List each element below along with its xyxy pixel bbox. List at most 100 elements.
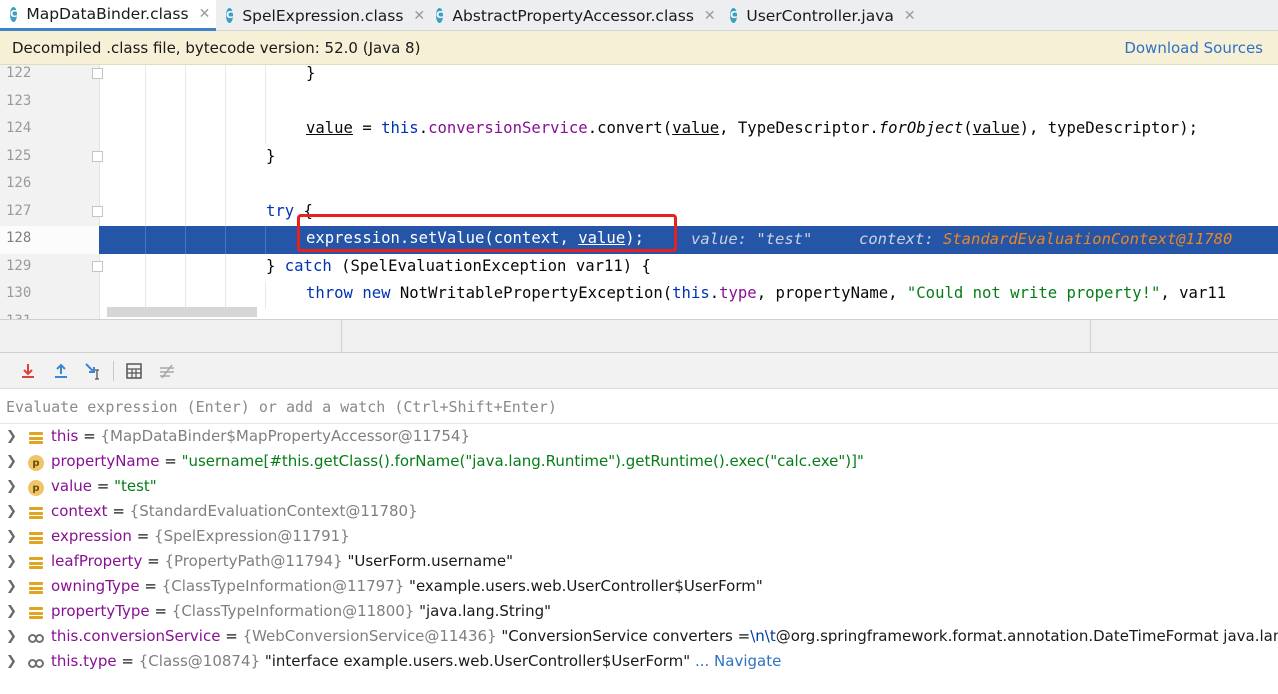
indent-guide (265, 226, 266, 254)
variable-row[interactable]: ❯ this = {MapDataBinder$MapPropertyAcces… (0, 425, 1278, 450)
variable-text: propertyName = "username[#this.getClass(… (51, 452, 864, 470)
variable-text: this = {MapDataBinder$MapPropertyAccesso… (51, 427, 471, 445)
indent-guide (225, 171, 226, 199)
current-execution-line: expression.setValue(context, value); val… (99, 226, 1278, 254)
expand-arrow-icon[interactable]: ❯ (6, 629, 17, 644)
fold-marker[interactable] (92, 68, 103, 79)
variable-row[interactable]: ❯ leafProperty = {PropertyPath@11794} "U… (0, 550, 1278, 575)
field-icon (28, 580, 44, 596)
indent-guide (225, 143, 226, 171)
tab-label: MapDataBinder.class (26, 5, 189, 23)
indent-guide (185, 198, 186, 226)
expand-arrow-icon[interactable]: ❯ (6, 579, 17, 594)
indent-guide (185, 253, 186, 281)
evaluate-expression-icon[interactable] (123, 360, 145, 382)
field-icon (28, 530, 44, 546)
debug-panel-header (0, 319, 1278, 354)
expand-arrow-icon[interactable]: ❯ (6, 529, 17, 544)
expand-arrow-icon[interactable]: ❯ (6, 504, 17, 519)
indent-guide (145, 116, 146, 144)
variable-text: owningType = {ClassTypeInformation@11797… (51, 577, 763, 595)
highlight-box (297, 214, 677, 252)
panel-divider[interactable] (1090, 320, 1091, 354)
indent-guide (225, 226, 226, 254)
evaluate-expression-bar (0, 390, 1278, 424)
variable-text: context = {StandardEvaluationContext@117… (51, 502, 418, 520)
class-icon: C (226, 8, 234, 23)
variable-row[interactable]: ❯ context = {StandardEvaluationContext@1… (0, 500, 1278, 525)
indent-guide (145, 253, 146, 281)
indent-guide (225, 281, 226, 309)
fold-marker[interactable] (92, 150, 103, 162)
indent-guide (225, 88, 226, 116)
download-sources-link[interactable]: Download Sources (1124, 39, 1263, 57)
run-to-cursor-icon[interactable] (83, 360, 105, 382)
watch-icon (28, 630, 44, 646)
variable-row[interactable]: ❯ this.type = {Class@10874} "interface e… (0, 650, 1278, 675)
code-editor[interactable]: 122 } 123 124 value = this.conversionSer… (0, 65, 1278, 319)
tab-usercontroller[interactable]: C UserController.java ✕ (720, 0, 924, 31)
variable-row[interactable]: ❯ p value = "test" (0, 475, 1278, 500)
class-icon: C (730, 8, 738, 23)
close-icon[interactable]: ✕ (199, 6, 211, 22)
line-number: 123 (6, 92, 32, 109)
field-icon (28, 605, 44, 621)
navigate-link[interactable]: ... Navigate (690, 652, 781, 670)
evaluate-expression-input[interactable] (0, 390, 1278, 423)
step-out-icon[interactable] (50, 360, 72, 382)
horizontal-scrollbar[interactable] (107, 307, 257, 317)
indent-guide (145, 65, 146, 89)
tab-spelexpression[interactable]: C SpelExpression.class ✕ (216, 0, 426, 31)
indent-guide (265, 88, 266, 116)
line-number: 128 (6, 230, 32, 246)
code-text: } catch (SpelEvaluationException var11) … (266, 256, 651, 275)
variable-text: propertyType = {ClassTypeInformation@118… (51, 602, 552, 620)
code-line: 123 (0, 88, 1278, 116)
tab-label: AbstractPropertyAccessor.class (452, 6, 694, 25)
code-line: 129 } catch (SpelEvaluationException var… (0, 253, 1278, 281)
indent-guide (185, 65, 186, 89)
expand-arrow-icon[interactable]: ❯ (6, 604, 17, 619)
variable-row[interactable]: ❯ propertyType = {ClassTypeInformation@1… (0, 600, 1278, 625)
line-number: 127 (6, 202, 32, 219)
expand-arrow-icon[interactable]: ❯ (6, 454, 17, 469)
expand-arrow-icon[interactable]: ❯ (6, 554, 17, 569)
variable-text: this.conversionService = {WebConversionS… (51, 627, 1278, 645)
fold-marker[interactable] (92, 205, 103, 217)
indent-guide (265, 281, 266, 309)
tab-abstractpropertyaccessor[interactable]: C AbstractPropertyAccessor.class ✕ (426, 0, 720, 31)
indent-guide (145, 198, 146, 226)
variable-text: this.type = {Class@10874} "interface exa… (51, 652, 782, 670)
parameter-icon: p (28, 480, 44, 496)
watch-icon (28, 655, 44, 671)
indent-guide (265, 116, 266, 144)
code-text: throw new NotWritablePropertyException(t… (306, 284, 1227, 302)
variable-text: expression = {SpelExpression@11791} (51, 527, 350, 545)
expand-arrow-icon[interactable]: ❯ (6, 429, 17, 444)
step-into-icon[interactable] (17, 360, 39, 382)
variable-row[interactable]: ❯ this.conversionService = {WebConversio… (0, 625, 1278, 650)
indent-guide (225, 116, 226, 144)
fold-marker[interactable] (92, 260, 103, 272)
mute-breakpoints-icon[interactable] (156, 360, 178, 382)
variable-row[interactable]: ❯ expression = {SpelExpression@11791} (0, 525, 1278, 550)
expand-arrow-icon[interactable]: ❯ (6, 654, 17, 669)
indent-guide (225, 198, 226, 226)
expand-arrow-icon[interactable]: ❯ (6, 479, 17, 494)
close-icon[interactable]: ✕ (704, 8, 716, 24)
close-icon[interactable]: ✕ (413, 8, 425, 24)
variable-row[interactable]: ❯ owningType = {ClassTypeInformation@117… (0, 575, 1278, 600)
variable-row[interactable]: ❯ p propertyName = "username[#this.getCl… (0, 450, 1278, 475)
tab-mapdatabinder[interactable]: C MapDataBinder.class ✕ (0, 0, 216, 31)
code-line: 124 value = this.conversionService.conve… (0, 116, 1278, 144)
close-icon[interactable]: ✕ (904, 8, 916, 24)
field-icon (28, 430, 44, 446)
debugger-toolbar (0, 353, 1278, 389)
indent-guide (265, 65, 266, 89)
indent-guide (185, 171, 186, 199)
line-number: 122 (6, 65, 32, 81)
indent-guide (145, 281, 146, 309)
panel-divider[interactable] (341, 320, 342, 354)
indent-guide (185, 143, 186, 171)
inline-value-hint: value: "test" (691, 230, 813, 248)
